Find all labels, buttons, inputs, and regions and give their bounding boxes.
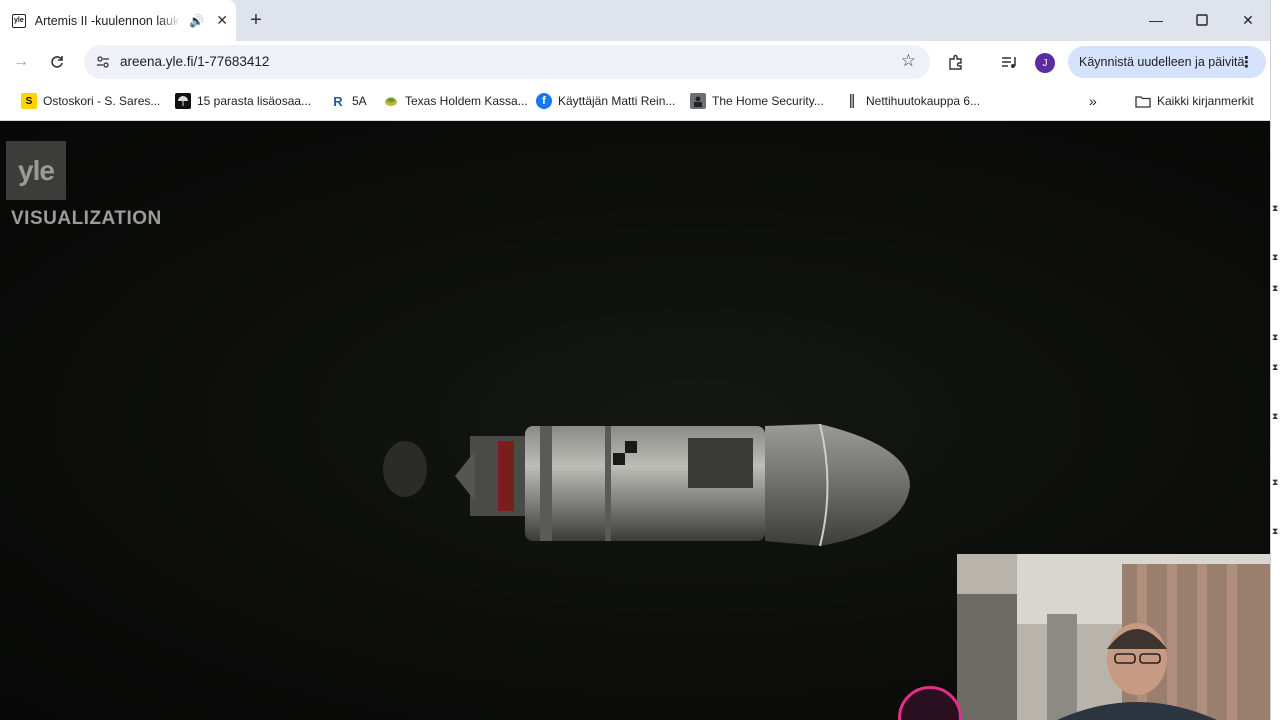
hourglass-icon: ⧗ — [1272, 362, 1279, 372]
bookmark-label: Nettihuutokauppa 6... — [866, 94, 981, 108]
new-tab-icon[interactable]: + — [245, 9, 267, 31]
hourglass-icon: ⧗ — [1272, 283, 1279, 293]
orion-spacecraft-visual — [383, 423, 910, 547]
bookmark-label: 5A — [352, 94, 367, 108]
bookmark-item[interactable]: R 5A — [330, 92, 367, 110]
close-icon[interactable]: ✕ — [216, 12, 228, 29]
cards-icon — [383, 93, 399, 109]
more-bookmarks-icon[interactable]: » — [1089, 92, 1097, 110]
hourglass-icon: ⧗ — [1272, 203, 1279, 213]
r-logo-icon: R — [333, 93, 343, 109]
live-badge-icon — [898, 686, 962, 720]
bookmark-item[interactable]: 15 parasta lisäosaa... — [175, 92, 311, 110]
bookmark-item[interactable]: The Home Security... — [690, 92, 824, 110]
minimize-icon[interactable]: — — [1144, 9, 1168, 31]
all-bookmarks-folder[interactable]: Kaikki kirjanmerkit — [1135, 92, 1254, 110]
video-player[interactable]: yle VISUALIZATION — [0, 121, 1270, 720]
hammer-icon — [844, 93, 860, 109]
forward-arrow-icon[interactable]: → — [11, 52, 31, 72]
bookmark-item[interactable]: f Käyttäjän Matti Rein... — [536, 92, 675, 110]
facebook-icon: f — [536, 93, 552, 109]
bookmark-item[interactable]: Nettihuutokauppa 6... — [844, 92, 980, 110]
profile-avatar[interactable]: J — [1035, 53, 1055, 73]
bookmark-label: Käyttäjän Matti Rein... — [558, 94, 676, 108]
hourglass-icon: ⧗ — [1272, 411, 1279, 421]
umbrella-icon — [175, 93, 191, 109]
bookmark-star-icon[interactable]: ☆ — [901, 51, 916, 71]
hourglass-icon: ⧗ — [1272, 332, 1279, 342]
menu-dots-icon[interactable]: ⋮ — [1239, 53, 1254, 71]
browser-window: yle Artemis II -kuulennon laukaisu 🔊 ✕ +… — [0, 0, 1270, 720]
person-photo-icon — [690, 93, 706, 109]
folder-icon — [1135, 93, 1151, 109]
url-text[interactable]: areena.yle.fi/1-77683412 — [120, 54, 269, 69]
restart-update-button[interactable]: Käynnistä uudelleen ja päivitä ⋮ — [1068, 46, 1266, 78]
bookmark-label: Ostoskori - S. Sares... — [43, 94, 161, 108]
s-group-icon: S — [21, 93, 37, 109]
toolbar: → areena.yle.fi/1-77683412 ☆ J Käynnistä… — [0, 41, 1270, 83]
yle-logo: yle — [6, 141, 66, 200]
tab-strip: yle Artemis II -kuulennon laukaisu 🔊 ✕ +… — [0, 0, 1270, 41]
bookmark-label: The Home Security... — [712, 94, 824, 108]
extensions-icon[interactable] — [946, 52, 966, 72]
visualization-label: VISUALIZATION — [11, 208, 162, 229]
bookmarks-bar: S Ostoskori - S. Sares... 15 parasta lis… — [0, 83, 1270, 121]
hourglass-icon: ⧗ — [1272, 526, 1279, 536]
reload-icon[interactable] — [47, 52, 67, 72]
yle-favicon-icon: yle — [12, 13, 26, 28]
close-window-icon[interactable]: ✕ — [1236, 9, 1260, 31]
speaker-icon[interactable]: 🔊 — [189, 14, 204, 28]
restart-update-label: Käynnistä uudelleen ja päivitä — [1079, 55, 1245, 69]
media-control-icon[interactable] — [999, 52, 1019, 72]
bookmark-label: 15 parasta lisäosaa... — [197, 94, 312, 108]
site-info-icon[interactable] — [94, 53, 112, 71]
bookmark-item[interactable]: S Ostoskori - S. Sares... — [21, 92, 160, 110]
bookmark-item[interactable]: Texas Holdem Kassa... — [383, 92, 528, 110]
hourglass-icon: ⧗ — [1272, 477, 1279, 487]
tab-active[interactable]: yle Artemis II -kuulennon laukaisu 🔊 ✕ — [0, 0, 236, 41]
background-window-sliver: ⧗ ⧗ ⧗ ⧗ ⧗ ⧗ ⧗ ⧗ — [1270, 0, 1280, 720]
all-bookmarks-label: Kaikki kirjanmerkit — [1157, 94, 1254, 108]
address-bar[interactable]: areena.yle.fi/1-77683412 ☆ — [84, 45, 930, 79]
bookmark-label: Texas Holdem Kassa... — [405, 94, 528, 108]
tab-title: Artemis II -kuulennon laukaisu — [34, 13, 182, 28]
webcam-overlay — [957, 554, 1270, 720]
maximize-icon[interactable] — [1190, 9, 1214, 31]
hourglass-icon: ⧗ — [1272, 252, 1279, 262]
